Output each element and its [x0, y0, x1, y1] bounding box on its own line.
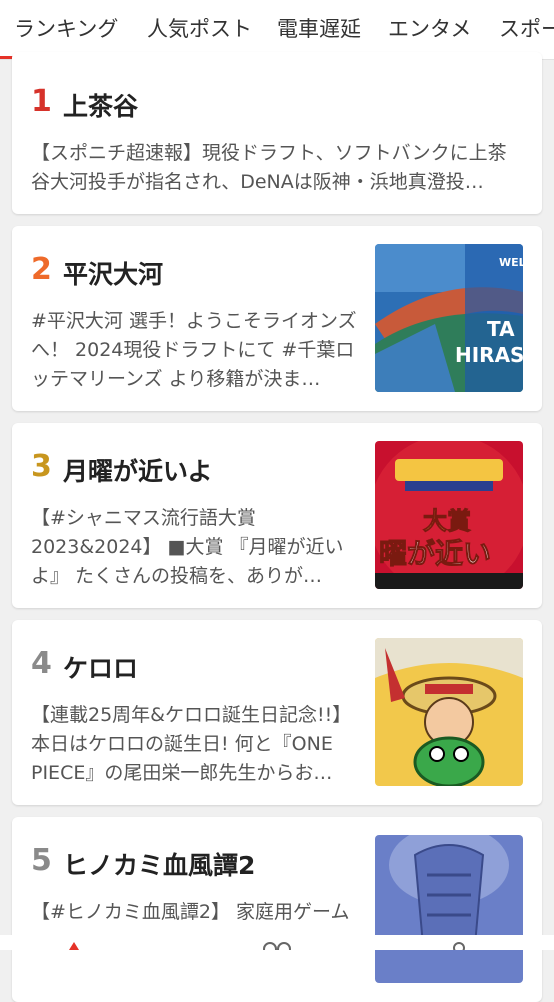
trend-thumbnail — [375, 835, 523, 983]
ranking-card-4[interactable]: 4 ケロロ 【連載25周年&ケロロ誕生日記念!!】本日はケロロの誕生日! 何と『… — [12, 620, 542, 805]
rank-number: 3 — [31, 449, 52, 484]
tab-train-delays[interactable]: 電車遅延 — [277, 0, 361, 59]
tab-entertainment[interactable]: エンタメ — [388, 0, 471, 59]
thumb-name-text: TA — [487, 317, 515, 341]
rank-number: 5 — [31, 843, 52, 878]
tab-ranking[interactable]: ランキング — [14, 0, 118, 59]
thumb-hirasawa-text: HIRASA — [455, 343, 523, 367]
trend-description: 【連載25周年&ケロロ誕生日記念!!】本日はケロロの誕生日! 何と『ONE PI… — [31, 704, 352, 784]
trend-description: 【スポニチ超速報】現役ドラフト、ソフトバンクに上茶谷大河投手が指名され、DeNA… — [31, 142, 507, 193]
rank-number: 1 — [31, 84, 52, 119]
thumb-welcome-text: WEL — [499, 256, 523, 269]
community-icon[interactable] — [262, 941, 292, 950]
profile-icon[interactable] — [452, 941, 466, 950]
trend-title: ケロロ — [63, 654, 139, 683]
ranking-card-3[interactable]: 3 月曜が近いよ 【#シャニマス流行語大賞2023&2024】 ■大賞 『月曜が… — [12, 423, 542, 608]
trend-title: ヒノカミ血風譚2 — [63, 851, 256, 880]
category-tab-bar: ランキング 人気ポスト 電車遅延 エンタメ スポー — [0, 0, 554, 60]
rank-number: 2 — [31, 252, 52, 287]
tab-sports[interactable]: スポー — [499, 0, 554, 59]
trend-thumbnail: 大賞 曜が近い — [375, 441, 523, 589]
ranking-card-5[interactable]: 5 ヒノカミ血風譚2 【#ヒノカミ血風譚2】 家庭用ゲーム — [12, 817, 542, 1002]
trend-thumbnail: WEL TA HIRASA — [375, 244, 523, 392]
ranking-card-2[interactable]: 2 平沢大河 #平沢大河 選手！ようこそライオンズへ！ 2024現役ドラフトにて… — [12, 226, 542, 411]
trend-title: 上茶谷 — [63, 92, 139, 121]
trend-title: 平沢大河 — [63, 260, 164, 289]
thumb-award-text: 大賞 — [423, 507, 471, 535]
home-icon[interactable] — [67, 941, 81, 950]
trend-title: 月曜が近いよ — [63, 457, 213, 486]
trend-description: 【#シャニマス流行語大賞2023&2024】 ■大賞 『月曜が近いよ』 たくさん… — [31, 507, 344, 587]
trend-description: 【#ヒノカミ血風譚2】 家庭用ゲーム — [31, 901, 350, 923]
rank-number: 4 — [31, 646, 52, 681]
thumb-phrase-text: 曜が近い — [379, 537, 491, 570]
ranking-card-1[interactable]: 1 上茶谷 【スポニチ超速報】現役ドラフト、ソフトバンクに上茶谷大河投手が指名さ… — [12, 52, 542, 214]
trend-thumbnail — [375, 638, 523, 786]
bottom-navigation-bar — [0, 935, 554, 950]
trend-description: #平沢大河 選手！ようこそライオンズへ！ 2024現役ドラフトにて #千葉ロッテ… — [31, 310, 357, 390]
tab-popular-posts[interactable]: 人気ポスト — [147, 0, 252, 59]
